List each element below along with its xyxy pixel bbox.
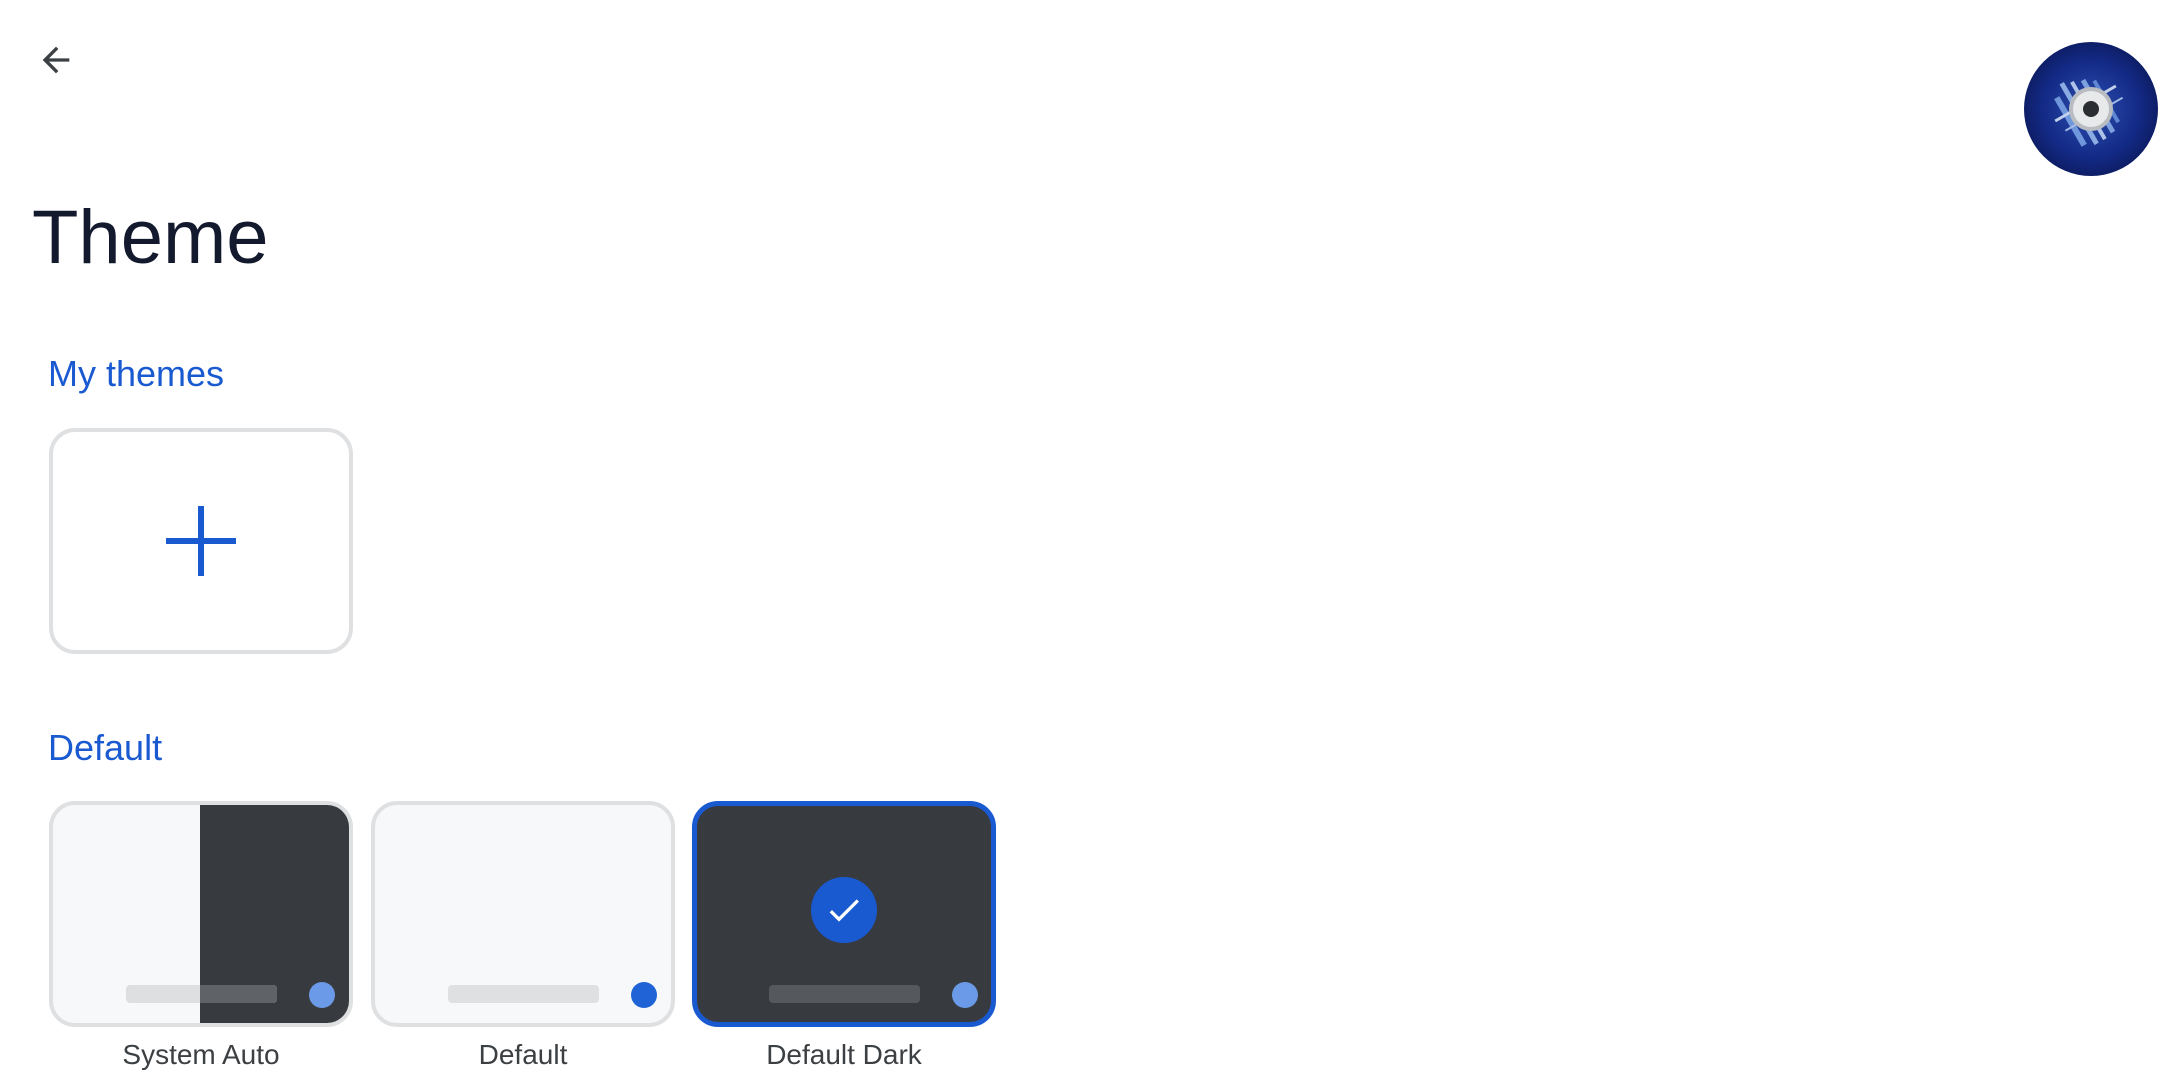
theme-label-default-dark: Default Dark [766,1039,922,1070]
preview-accent-dot [631,982,657,1008]
avatar[interactable] [2024,42,2158,176]
preview-bar [769,985,920,1003]
section-title-my-themes: My themes [48,353,225,394]
theme-label-default: Default [478,1039,568,1070]
preview-accent-dot [952,982,978,1008]
preview-accent-dot [309,982,335,1008]
section-title-default: Default [48,727,163,768]
back-button[interactable] [30,34,82,86]
selected-check-badge [811,877,877,943]
theme-page: Theme My themes Default System Auto Defa… [0,0,2160,1080]
plus-icon [166,506,236,576]
page-title: Theme [32,195,269,280]
preview-bar [448,985,599,1003]
add-theme-button[interactable] [49,428,353,654]
arrow-back-icon [42,46,70,74]
theme-label-system-auto: System Auto [122,1039,280,1070]
theme-card-default-dark[interactable] [692,801,996,1027]
preview-bar-dark-part [200,985,277,1003]
preview-bar [126,985,277,1003]
profile-avatar-image [2024,42,2158,176]
theme-card-system-auto[interactable] [49,801,353,1027]
checkmark-icon [829,899,859,922]
theme-card-default[interactable] [371,801,675,1027]
